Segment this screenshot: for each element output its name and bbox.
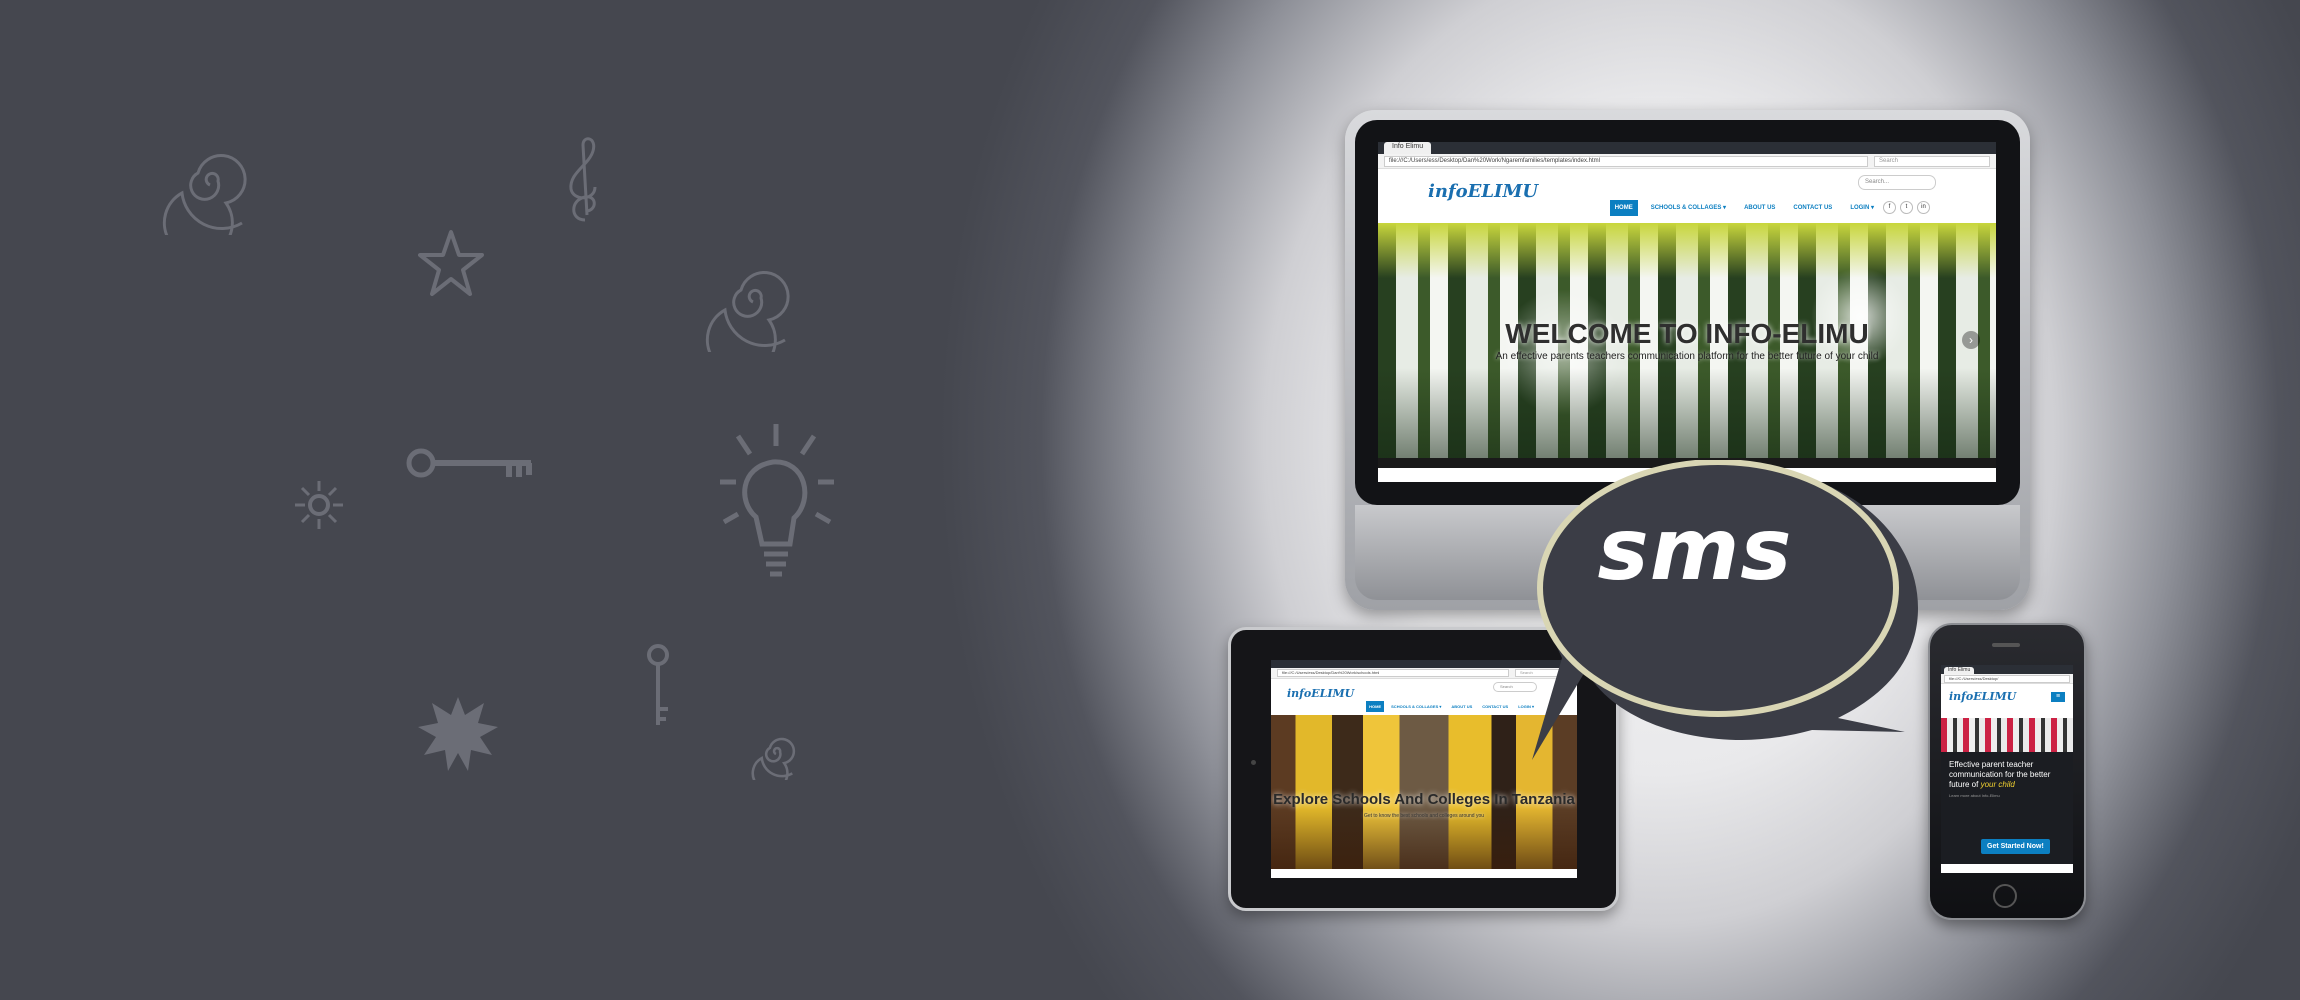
site-header: infoELIMU Search... HOME SCHOOLS & COLLA… bbox=[1378, 169, 1996, 223]
key-icon bbox=[405, 445, 535, 485]
hero-panel: Effective parent teacher communication f… bbox=[1941, 752, 2073, 864]
linkedin-icon[interactable]: in bbox=[1917, 201, 1930, 214]
nav-about[interactable]: ABOUT US bbox=[1448, 701, 1475, 712]
site-logo[interactable]: infoELIMU bbox=[1428, 181, 1538, 202]
slider-next-icon[interactable]: › bbox=[1962, 331, 1980, 349]
site-logo[interactable]: infoELIMU bbox=[1287, 687, 1354, 700]
site-search-input[interactable]: Search... bbox=[1858, 175, 1936, 190]
main-nav: HOME SCHOOLS & COLLAGES ▾ ABOUT US CONTA… bbox=[1366, 701, 1537, 712]
browser-toolbar: file:///C:/Users/ess/Desktop/Dan%20Work/… bbox=[1378, 154, 1996, 169]
star-icon bbox=[418, 228, 484, 300]
phone-screen: Info Elimu file:///C:/Users/ess/Desktop/… bbox=[1941, 665, 2073, 873]
nav-login[interactable]: LOGIN ▾ bbox=[1845, 199, 1879, 216]
hero-subtitle: An effective parents teachers communicat… bbox=[1495, 351, 1879, 362]
address-bar[interactable]: file:///C:/Users/ess/Desktop/Dan%20Work/… bbox=[1384, 155, 1868, 167]
browser-tab[interactable]: Info Elimu bbox=[1384, 142, 1432, 154]
hero-slider: WELCOME TO INFO-ELIMU An effective paren… bbox=[1378, 223, 1996, 458]
key-icon bbox=[644, 643, 672, 727]
spiral-icon bbox=[748, 728, 804, 780]
hero-text-highlight: your child bbox=[1980, 780, 2015, 789]
browser-tab-strip: Info Elimu bbox=[1941, 665, 2073, 674]
nav-home[interactable]: HOME bbox=[1609, 199, 1638, 216]
hero-title: WELCOME TO INFO-ELIMU bbox=[1505, 318, 1869, 349]
browser-tab[interactable]: Info Elimu bbox=[1944, 667, 1975, 674]
nav-schools[interactable]: SCHOOLS & COLLAGES ▾ bbox=[1646, 199, 1731, 216]
nav-home[interactable]: HOME bbox=[1366, 701, 1385, 712]
tablet-camera bbox=[1251, 760, 1256, 765]
site-header: infoELIMU ≡ bbox=[1941, 684, 2073, 718]
twitter-icon[interactable]: t bbox=[1900, 201, 1913, 214]
starburst-icon bbox=[418, 695, 498, 771]
phone-home-button bbox=[1993, 884, 2017, 908]
address-bar[interactable]: file:///C:/Users/ess/Desktop/Dan%20Work/… bbox=[1277, 669, 1509, 677]
hero-subtitle: Get to know the best schools and college… bbox=[1363, 813, 1485, 819]
browser-tab-strip: Info Elimu bbox=[1378, 142, 1996, 154]
spiral-icon bbox=[155, 135, 265, 235]
site-logo[interactable]: infoELIMU bbox=[1949, 690, 2016, 703]
hero-text: Effective parent teacher communication f… bbox=[1949, 760, 2065, 790]
hamburger-menu-icon[interactable]: ≡ bbox=[2051, 692, 2065, 702]
nav-contact[interactable]: CONTACT US bbox=[1479, 701, 1511, 712]
nav-contact[interactable]: CONTACT US bbox=[1788, 200, 1837, 216]
hero-photo bbox=[1941, 718, 2073, 752]
main-nav: HOME SCHOOLS & COLLAGES ▾ ABOUT US CONTA… bbox=[1609, 199, 1930, 216]
music-note-icon bbox=[565, 135, 605, 225]
sms-label: sms bbox=[1597, 500, 1793, 600]
browser-search[interactable]: Search bbox=[1874, 155, 1990, 167]
sun-icon bbox=[292, 478, 346, 532]
phone-speaker bbox=[1992, 643, 2020, 647]
address-bar[interactable]: file:///C:/Users/ess/Desktop/ bbox=[1944, 674, 2070, 683]
nav-schools[interactable]: SCHOOLS & COLLAGES ▾ bbox=[1388, 701, 1444, 712]
lightbulb-icon bbox=[718, 422, 838, 597]
phone-device: Info Elimu file:///C:/Users/ess/Desktop/… bbox=[1928, 623, 2086, 920]
spiral-icon bbox=[698, 252, 808, 352]
monitor-screen: Info Elimu file:///C:/Users/ess/Desktop/… bbox=[1378, 142, 1996, 482]
nav-about[interactable]: ABOUT US bbox=[1739, 200, 1780, 216]
hero-small-text: Learn more about Info-Elimu bbox=[1949, 793, 2000, 798]
hero-title: Explore Schools And Colleges In Tanzania bbox=[1273, 791, 1575, 808]
get-started-button[interactable]: Get Started Now! bbox=[1981, 839, 2050, 854]
browser-toolbar: file:///C:/Users/ess/Desktop/ bbox=[1941, 674, 2073, 684]
facebook-icon[interactable]: f bbox=[1883, 201, 1896, 214]
